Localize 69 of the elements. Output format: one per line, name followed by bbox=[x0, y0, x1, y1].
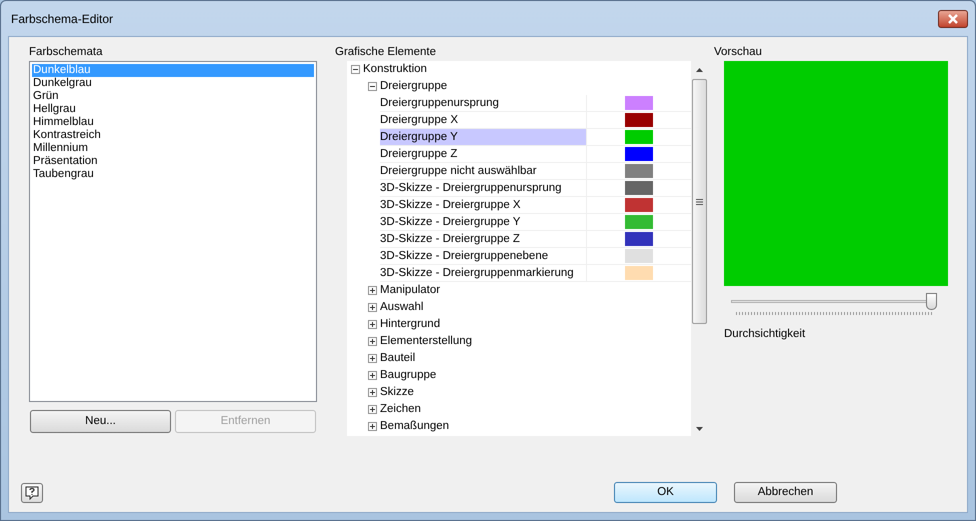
tree-item[interactable]: Baugruppe bbox=[380, 367, 436, 384]
expand-icon[interactable] bbox=[368, 371, 377, 380]
tree-item[interactable]: Konstruktion bbox=[363, 61, 427, 78]
color-swatch[interactable] bbox=[625, 249, 653, 263]
color-swatch[interactable] bbox=[625, 266, 653, 280]
dialog-button[interactable]: Abbrechen bbox=[734, 482, 837, 503]
tree-item[interactable]: Zeichen bbox=[380, 401, 421, 418]
expand-icon[interactable] bbox=[368, 405, 377, 414]
color-swatch[interactable] bbox=[625, 96, 653, 110]
scroll-down-icon[interactable] bbox=[696, 427, 702, 431]
tree-item[interactable]: Dreiergruppe Z bbox=[380, 146, 586, 162]
expand-icon[interactable] bbox=[368, 320, 377, 329]
section-label: Grafische Elemente bbox=[335, 45, 437, 60]
close-icon bbox=[947, 14, 959, 24]
tree-item[interactable]: Dreiergruppe X bbox=[380, 112, 586, 128]
slider-label: Durchsichtigkeit bbox=[724, 327, 806, 342]
tree-item[interactable]: Dreiergruppe nicht auswählbar bbox=[380, 163, 586, 179]
grip-icon bbox=[696, 198, 702, 204]
expand-icon[interactable] bbox=[368, 303, 377, 312]
expand-icon[interactable] bbox=[368, 388, 377, 397]
tree-item[interactable]: Manipulator bbox=[380, 282, 440, 299]
tree-item[interactable]: 3D-Skizze - Dreiergruppe X bbox=[380, 197, 586, 213]
section-label: Vorschau bbox=[714, 45, 763, 60]
tree-item[interactable]: 3D-Skizze - Dreiergruppe Y bbox=[380, 214, 586, 230]
help-icon bbox=[25, 486, 39, 500]
tree-item[interactable]: 3D-Skizze - Dreiergruppe Z bbox=[380, 231, 586, 247]
scheme-item[interactable]: Dunkelgrau bbox=[32, 77, 314, 90]
scheme-item[interactable]: Taubengrau bbox=[32, 168, 314, 181]
tree-item[interactable]: Auswahl bbox=[380, 299, 424, 316]
window-title: Farbschema-Editor bbox=[11, 10, 114, 28]
scheme-item[interactable]: Hellgrau bbox=[32, 103, 314, 116]
close-button[interactable] bbox=[938, 10, 968, 28]
tree-item[interactable]: 3D-Skizze - Dreiergruppenursprung bbox=[380, 180, 586, 196]
tree-item[interactable]: Dreiergruppe bbox=[380, 78, 448, 95]
tree-item[interactable]: 3D-Skizze - Dreiergruppenebene bbox=[380, 248, 586, 264]
tree-item[interactable]: Dreiergruppe Y bbox=[380, 129, 586, 145]
color-swatch[interactable] bbox=[625, 181, 653, 195]
tree-item[interactable]: Bemaßungen bbox=[380, 418, 450, 435]
color-swatch[interactable] bbox=[625, 198, 653, 212]
tree-item[interactable]: Hintergrund bbox=[380, 316, 440, 333]
color-swatch[interactable] bbox=[625, 130, 653, 144]
tree-item[interactable]: 3D-Skizze - Dreiergruppenmarkierung bbox=[380, 265, 586, 281]
color-swatch[interactable] bbox=[625, 113, 653, 127]
tree-item[interactable]: Elementerstellung bbox=[380, 333, 472, 350]
expand-icon[interactable] bbox=[368, 354, 377, 363]
tree-item[interactable]: Bauteil bbox=[380, 350, 416, 367]
expand-icon[interactable] bbox=[368, 286, 377, 295]
color-swatch[interactable] bbox=[625, 215, 653, 229]
color-swatch[interactable] bbox=[625, 147, 653, 161]
transparency-slider[interactable] bbox=[731, 292, 937, 314]
tree-item[interactable]: Skizze bbox=[380, 384, 414, 401]
expand-icon[interactable] bbox=[368, 422, 377, 431]
collapse-icon[interactable] bbox=[351, 65, 360, 74]
section-label: Farbschemata bbox=[29, 45, 104, 60]
scrollbar-thumb[interactable] bbox=[692, 79, 706, 324]
scroll-up-icon[interactable] bbox=[696, 68, 702, 72]
dialog-button[interactable]: OK bbox=[614, 482, 717, 503]
help-button[interactable] bbox=[21, 482, 43, 502]
tree-item[interactable]: Dreiergruppenursprung bbox=[380, 95, 586, 111]
dialog-button[interactable]: Neu... bbox=[30, 410, 171, 433]
color-swatch[interactable] bbox=[625, 232, 653, 246]
collapse-icon[interactable] bbox=[368, 82, 377, 91]
color-swatch[interactable] bbox=[625, 164, 653, 178]
scheme-item[interactable]: Grün bbox=[32, 90, 314, 103]
scheme-item[interactable]: Kontrastreich bbox=[32, 129, 314, 142]
expand-icon[interactable] bbox=[368, 337, 377, 346]
scheme-item[interactable]: Himmelblau bbox=[32, 116, 314, 129]
scheme-item[interactable]: Präsentation bbox=[32, 155, 314, 168]
scheme-item[interactable]: Millennium bbox=[32, 142, 314, 155]
